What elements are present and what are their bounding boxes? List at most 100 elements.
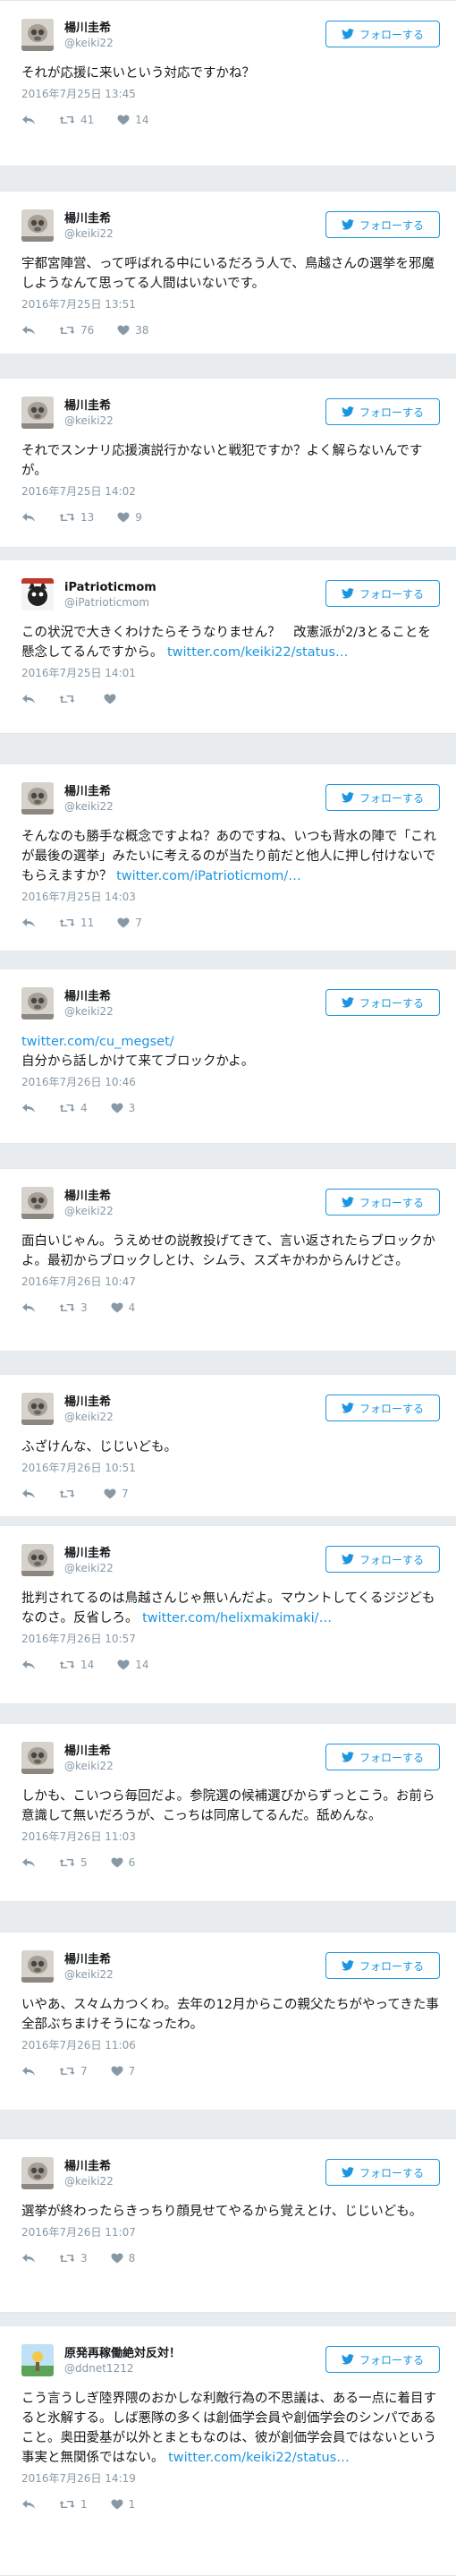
- avatar[interactable]: [21, 782, 54, 815]
- retweet-button[interactable]: 11: [59, 917, 94, 929]
- display-name[interactable]: iPatrioticmom: [64, 580, 156, 595]
- user-handle[interactable]: @keiki22: [64, 226, 114, 241]
- like-button[interactable]: 7: [117, 917, 142, 929]
- tweet-timestamp[interactable]: 2016年7月26日 11:06: [21, 2037, 440, 2053]
- reply-button[interactable]: [21, 694, 36, 704]
- user-handle[interactable]: @ddnet1212: [64, 2361, 181, 2376]
- user-handle[interactable]: @iPatrioticmom: [64, 595, 156, 610]
- tweet-link[interactable]: twitter.com/cu_megset/: [21, 1035, 174, 1049]
- tweet-timestamp[interactable]: 2016年7月26日 11:03: [21, 1829, 440, 1845]
- user-handle[interactable]: @keiki22: [64, 1967, 114, 1982]
- display-name[interactable]: 楊川圭希: [64, 1189, 114, 1204]
- user-handle[interactable]: @keiki22: [64, 414, 114, 428]
- follow-button[interactable]: フォローする: [325, 989, 440, 1016]
- like-button[interactable]: [104, 694, 122, 704]
- follow-button[interactable]: フォローする: [325, 211, 440, 238]
- tweet-timestamp[interactable]: 2016年7月25日 13:45: [21, 86, 440, 102]
- tweet-timestamp[interactable]: 2016年7月26日 11:07: [21, 2224, 440, 2240]
- follow-button[interactable]: フォローする: [325, 1189, 440, 1215]
- retweet-button[interactable]: 76: [59, 324, 94, 337]
- like-button[interactable]: 9: [117, 511, 142, 524]
- reply-button[interactable]: [21, 2499, 36, 2510]
- reply-button[interactable]: [21, 1659, 36, 1670]
- display-name[interactable]: 楊川圭希: [64, 2159, 114, 2174]
- retweet-button[interactable]: 7: [59, 2065, 88, 2077]
- reply-button[interactable]: [21, 115, 36, 125]
- reply-button[interactable]: [21, 2066, 36, 2077]
- reply-button[interactable]: [21, 917, 36, 928]
- display-name[interactable]: 楊川圭希: [64, 1952, 114, 1967]
- follow-button[interactable]: フォローする: [325, 1952, 440, 1979]
- display-name[interactable]: 原発再稼働絶対反対！: [64, 2346, 181, 2361]
- follow-button[interactable]: フォローする: [325, 21, 440, 47]
- reply-button[interactable]: [21, 1488, 36, 1499]
- tweet-timestamp[interactable]: 2016年7月26日 14:19: [21, 2470, 440, 2486]
- retweet-button[interactable]: 3: [59, 1301, 88, 1314]
- display-name[interactable]: 楊川圭希: [64, 1546, 114, 1561]
- tweet-link[interactable]: twitter.com/helixmakimaki/…: [142, 1611, 332, 1625]
- avatar[interactable]: [21, 1187, 54, 1219]
- retweet-button[interactable]: 13: [59, 511, 94, 524]
- display-name[interactable]: 楊川圭希: [64, 21, 114, 36]
- like-button[interactable]: 38: [117, 324, 149, 337]
- tweet-timestamp[interactable]: 2016年7月25日 14:03: [21, 889, 440, 905]
- reply-button[interactable]: [21, 1103, 36, 1113]
- retweet-button[interactable]: [59, 694, 80, 704]
- reply-button[interactable]: [21, 1302, 36, 1313]
- tweet-timestamp[interactable]: 2016年7月26日 10:47: [21, 1274, 440, 1290]
- avatar[interactable]: [21, 1742, 54, 1774]
- like-button[interactable]: 3: [111, 1102, 135, 1114]
- reply-button[interactable]: [21, 512, 36, 523]
- tweet-link[interactable]: twitter.com/keiki22/status…: [168, 2451, 350, 2465]
- tweet-timestamp[interactable]: 2016年7月25日 13:51: [21, 296, 440, 312]
- like-button[interactable]: 14: [117, 114, 149, 126]
- avatar[interactable]: [21, 578, 54, 610]
- user-handle[interactable]: @keiki22: [64, 1410, 114, 1424]
- follow-button[interactable]: フォローする: [325, 1546, 440, 1573]
- display-name[interactable]: 楊川圭希: [64, 989, 114, 1004]
- display-name[interactable]: 楊川圭希: [64, 398, 114, 414]
- avatar[interactable]: [21, 1393, 54, 1425]
- follow-button[interactable]: フォローする: [325, 580, 440, 607]
- user-handle[interactable]: @keiki22: [64, 1759, 114, 1773]
- reply-button[interactable]: [21, 1857, 36, 1868]
- retweet-button[interactable]: 41: [59, 114, 94, 126]
- tweet-timestamp[interactable]: 2016年7月26日 10:46: [21, 1074, 440, 1090]
- user-handle[interactable]: @keiki22: [64, 1004, 114, 1019]
- user-handle[interactable]: @keiki22: [64, 1204, 114, 1218]
- user-handle[interactable]: @keiki22: [64, 36, 114, 50]
- avatar[interactable]: [21, 1544, 54, 1576]
- like-button[interactable]: 7: [104, 1488, 129, 1500]
- retweet-button[interactable]: 3: [59, 2252, 88, 2265]
- display-name[interactable]: 楊川圭希: [64, 211, 114, 226]
- avatar[interactable]: [21, 209, 54, 242]
- tweet-timestamp[interactable]: 2016年7月25日 14:02: [21, 483, 440, 499]
- avatar[interactable]: [21, 2344, 54, 2376]
- like-button[interactable]: 4: [111, 1301, 135, 1314]
- follow-button[interactable]: フォローする: [325, 2159, 440, 2186]
- tweet-timestamp[interactable]: 2016年7月25日 14:01: [21, 665, 440, 681]
- user-handle[interactable]: @keiki22: [64, 799, 114, 814]
- user-handle[interactable]: @keiki22: [64, 2174, 114, 2188]
- avatar[interactable]: [21, 1950, 54, 1983]
- reply-button[interactable]: [21, 2253, 36, 2264]
- avatar[interactable]: [21, 987, 54, 1019]
- follow-button[interactable]: フォローする: [325, 784, 440, 811]
- display-name[interactable]: 楊川圭希: [64, 784, 114, 799]
- like-button[interactable]: 7: [111, 2065, 135, 2077]
- follow-button[interactable]: フォローする: [325, 1744, 440, 1770]
- tweet-timestamp[interactable]: 2016年7月26日 10:57: [21, 1631, 440, 1647]
- tweet-link[interactable]: twitter.com/iPatrioticmom/…: [116, 869, 301, 883]
- retweet-button[interactable]: 14: [59, 1659, 94, 1671]
- like-button[interactable]: 8: [111, 2252, 135, 2265]
- avatar[interactable]: [21, 397, 54, 429]
- follow-button[interactable]: フォローする: [325, 398, 440, 425]
- retweet-button[interactable]: [59, 1488, 80, 1499]
- retweet-button[interactable]: 5: [59, 1856, 88, 1869]
- retweet-button[interactable]: 4: [59, 1102, 88, 1114]
- like-button[interactable]: 1: [111, 2498, 135, 2511]
- follow-button[interactable]: フォローする: [325, 1395, 440, 1421]
- reply-button[interactable]: [21, 325, 36, 336]
- display-name[interactable]: 楊川圭希: [64, 1744, 114, 1759]
- follow-button[interactable]: フォローする: [325, 2346, 440, 2373]
